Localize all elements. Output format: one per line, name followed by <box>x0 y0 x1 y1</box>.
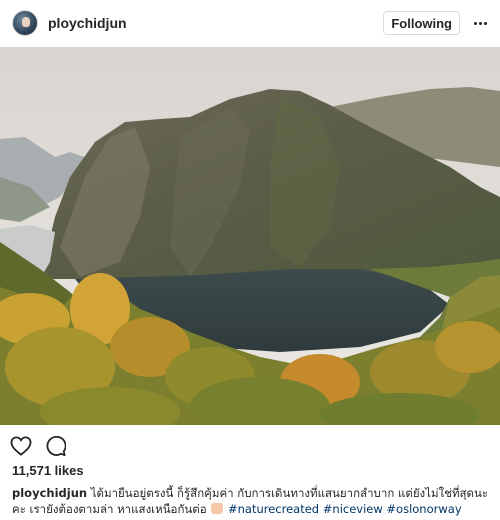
more-options-icon[interactable] <box>470 13 490 33</box>
caption-username[interactable]: ploychidjun <box>12 486 87 500</box>
post-actions <box>0 433 500 459</box>
landscape-photo <box>0 47 500 425</box>
emoji-icon <box>211 503 224 514</box>
following-button[interactable]: Following <box>383 11 460 35</box>
caption-hashtags[interactable]: #naturecreated #niceview #oslonorway <box>228 502 462 516</box>
username-link[interactable]: ploychidjun <box>48 15 127 31</box>
post-caption: ploychidjun ได้มายืนอยู่ตรงนี้ ก็รู้สึกค… <box>12 485 492 517</box>
heart-icon[interactable] <box>10 436 32 456</box>
avatar[interactable] <box>12 10 38 36</box>
comment-icon[interactable] <box>46 436 66 456</box>
post-photo[interactable] <box>0 47 500 425</box>
likes-count[interactable]: 11,571 likes <box>12 463 84 478</box>
post-header: ploychidjun Following <box>0 0 500 46</box>
